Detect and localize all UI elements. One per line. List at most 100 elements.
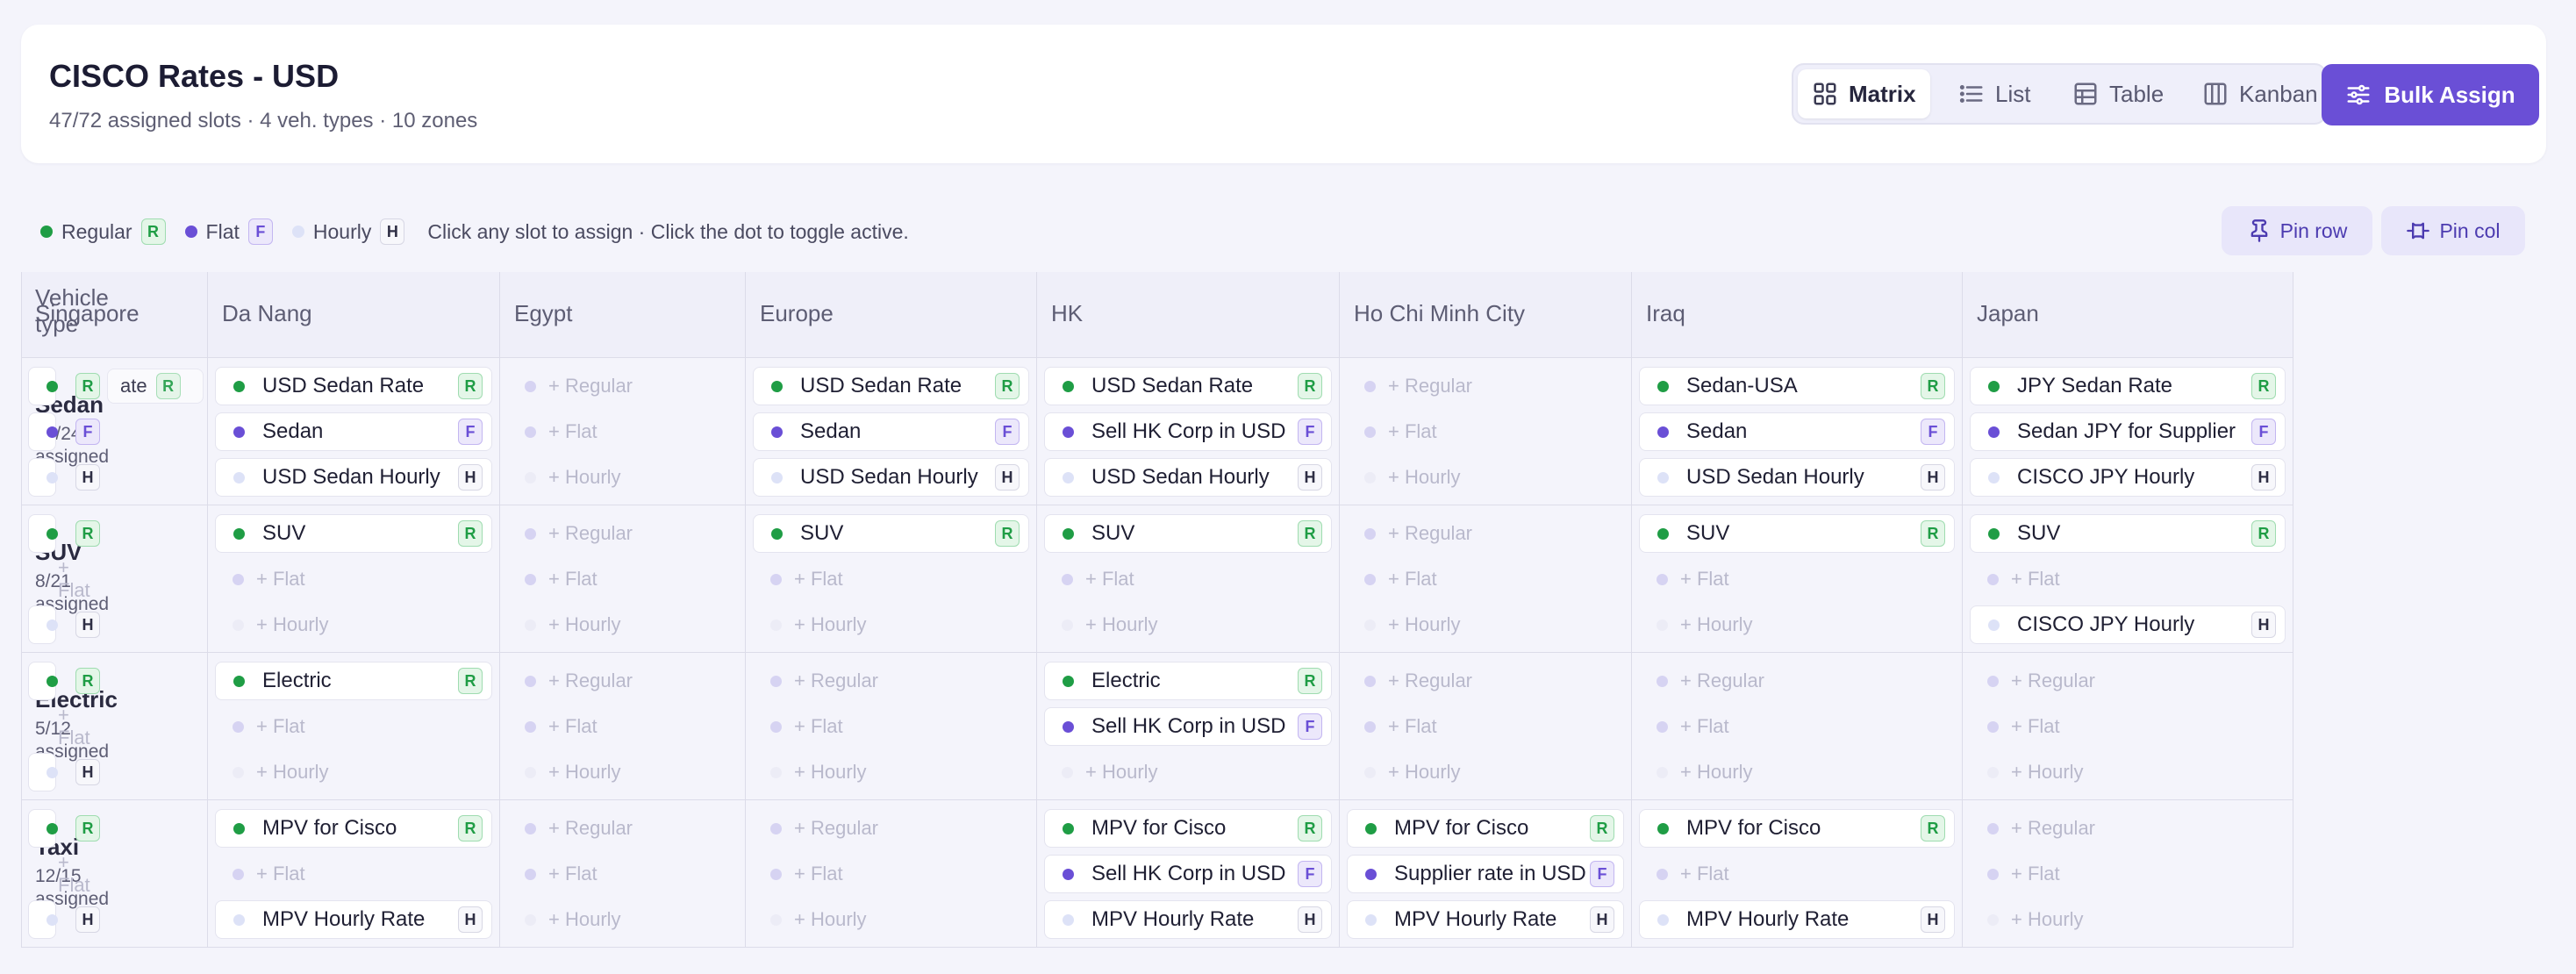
active-dot-icon[interactable]: [1063, 380, 1074, 392]
active-dot-icon[interactable]: [233, 426, 245, 438]
rate-chip[interactable]: Sedan-USA R: [1639, 367, 1955, 405]
empty-slot[interactable]: + Flat: [28, 556, 90, 601]
rate-chip[interactable]: MPV Hourly RateH: [28, 605, 100, 644]
active-dot-icon[interactable]: [233, 527, 245, 540]
rate-chip[interactable]: Sedan F: [753, 412, 1029, 451]
empty-slot[interactable]: + Flat: [1347, 560, 1624, 598]
rate-chip[interactable]: USD Sedan Hourly H: [1639, 458, 1955, 497]
empty-slot[interactable]: + Regular: [1639, 662, 1955, 700]
rate-chip[interactable]: Sell HK Corp in USD F: [1044, 707, 1332, 746]
empty-slot[interactable]: + Hourly: [753, 605, 1029, 644]
empty-slot[interactable]: + Flat: [1639, 707, 1955, 746]
empty-slot[interactable]: + Hourly: [1347, 605, 1624, 644]
rate-chip[interactable]: USD Sedan Hourly H: [1044, 458, 1332, 497]
rate-chip[interactable]: MPV Hourly RateH: [28, 900, 100, 939]
rate-chip[interactable]: USD Sedan Hourly H: [215, 458, 492, 497]
rate-chip[interactable]: Sedan F: [215, 412, 492, 451]
empty-slot[interactable]: + Hourly: [507, 458, 738, 497]
empty-slot[interactable]: + Flat: [215, 707, 492, 746]
empty-slot[interactable]: + Hourly: [507, 753, 738, 791]
empty-slot[interactable]: + Hourly: [1347, 458, 1624, 497]
empty-slot[interactable]: + Flat: [28, 704, 90, 748]
active-dot-icon[interactable]: [1063, 720, 1074, 733]
empty-slot[interactable]: + Flat: [753, 560, 1029, 598]
empty-slot[interactable]: + Flat: [1347, 412, 1624, 451]
empty-slot[interactable]: + Flat: [1639, 855, 1955, 893]
empty-slot[interactable]: + Flat: [507, 855, 738, 893]
rate-chip[interactable]: MPV for CiscoR: [28, 514, 100, 553]
rate-chip[interactable]: Sell HK Corp in USD F: [1044, 855, 1332, 893]
rate-chip[interactable]: CISCO JPY Hourly H: [1970, 458, 2286, 497]
active-dot-icon[interactable]: [1657, 913, 1669, 926]
active-dot-icon[interactable]: [47, 619, 58, 631]
empty-slot[interactable]: + Regular: [753, 662, 1029, 700]
rate-chip[interactable]: ElectricR: [1044, 662, 1332, 700]
active-dot-icon[interactable]: [47, 766, 58, 778]
active-dot-icon[interactable]: [771, 527, 783, 540]
empty-slot[interactable]: + Regular: [1347, 367, 1624, 405]
rate-chip[interactable]: USD Sedan RateR: [215, 367, 492, 405]
active-dot-icon[interactable]: [1657, 527, 1669, 540]
active-dot-icon[interactable]: [1657, 471, 1669, 483]
view-kanban-button[interactable]: Kanban: [2188, 69, 2332, 118]
empty-slot[interactable]: + Regular: [507, 367, 738, 405]
active-dot-icon[interactable]: [47, 913, 58, 926]
active-dot-icon[interactable]: [233, 822, 245, 834]
view-list-button[interactable]: List: [1944, 69, 2044, 118]
active-dot-icon[interactable]: [1063, 426, 1074, 438]
rate-chip[interactable]: USD Sedan Hourly H: [753, 458, 1029, 497]
active-dot-icon[interactable]: [1063, 675, 1074, 687]
active-dot-icon[interactable]: [1063, 471, 1074, 483]
view-matrix-button[interactable]: Matrix: [1798, 69, 1930, 118]
rate-chip[interactable]: SUV R: [1970, 514, 2286, 553]
rate-chip[interactable]: SUV R: [1044, 514, 1332, 553]
active-dot-icon[interactable]: [1988, 471, 2000, 483]
empty-slot[interactable]: + Flat: [753, 855, 1029, 893]
active-dot-icon[interactable]: [1988, 619, 2000, 631]
rate-chip[interactable]: ElectricR: [28, 662, 100, 700]
empty-slot[interactable]: + Regular: [1970, 809, 2286, 848]
rate-chip[interactable]: SUV R: [215, 514, 492, 553]
active-dot-icon[interactable]: [47, 380, 58, 392]
rate-chip[interactable]: ElectricR: [215, 662, 492, 700]
active-dot-icon[interactable]: [1365, 913, 1377, 926]
empty-slot[interactable]: + Hourly: [215, 753, 492, 791]
active-dot-icon[interactable]: [771, 380, 783, 392]
active-dot-icon[interactable]: [233, 471, 245, 483]
pin-col-button[interactable]: Pin col: [2381, 206, 2525, 255]
empty-slot[interactable]: + Hourly: [1044, 605, 1332, 644]
empty-slot[interactable]: + Flat: [1970, 560, 2286, 598]
zone-header[interactable]: Da Nang: [208, 272, 500, 358]
empty-slot[interactable]: + Hourly: [507, 900, 738, 939]
active-dot-icon[interactable]: [1365, 822, 1377, 834]
rate-chip[interactable]: SUV R: [753, 514, 1029, 553]
active-dot-icon[interactable]: [1063, 913, 1074, 926]
empty-slot[interactable]: + Hourly: [1970, 753, 2286, 791]
empty-slot[interactable]: + Regular: [1347, 662, 1624, 700]
zone-header[interactable]: HK: [1037, 272, 1340, 358]
empty-slot[interactable]: + Flat: [1970, 707, 2286, 746]
empty-slot[interactable]: + Flat: [1044, 560, 1332, 598]
rate-chip[interactable]: JPY Sedan Rate R: [1970, 367, 2286, 405]
empty-slot[interactable]: + Flat: [507, 707, 738, 746]
bulk-assign-button[interactable]: Bulk Assign: [2322, 64, 2539, 125]
view-table-button[interactable]: Table: [2058, 69, 2178, 118]
empty-slot[interactable]: + Hourly: [753, 900, 1029, 939]
rate-chip[interactable]: MPV for CiscoR: [1639, 809, 1955, 848]
active-dot-icon[interactable]: [1063, 868, 1074, 880]
empty-slot[interactable]: + Hourly: [1347, 753, 1624, 791]
active-dot-icon[interactable]: [47, 675, 58, 687]
rate-chip[interactable]: Sedan F: [1639, 412, 1955, 451]
rate-chip[interactable]: MPV Hourly RateH: [28, 753, 100, 791]
empty-slot[interactable]: + Regular: [507, 514, 738, 553]
empty-slot[interactable]: + Hourly: [1639, 605, 1955, 644]
active-dot-icon[interactable]: [47, 471, 58, 483]
empty-slot[interactable]: + Flat: [753, 707, 1029, 746]
empty-slot[interactable]: + Flat: [507, 560, 738, 598]
rate-chip[interactable]: USD Sedan RateR: [28, 367, 100, 405]
rate-chip[interactable]: USD Sedan RateR: [753, 367, 1029, 405]
active-dot-icon[interactable]: [1988, 527, 2000, 540]
active-dot-icon[interactable]: [233, 913, 245, 926]
active-dot-icon[interactable]: [1657, 822, 1669, 834]
zone-header[interactable]: Egypt: [500, 272, 746, 358]
